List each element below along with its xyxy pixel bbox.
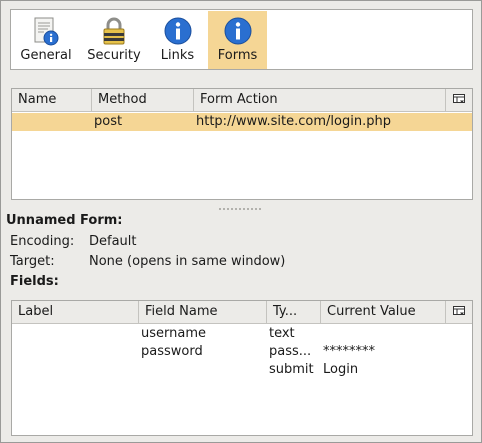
table-row[interactable]: password pass... ******** [12, 343, 472, 361]
target-value: None (opens in same window) [89, 254, 286, 269]
page-info-toolbar: General Security Links Forms [10, 9, 473, 70]
fields-table-header: Label Field Name Ty... Current Value [12, 301, 472, 324]
column-picker-icon [453, 94, 465, 103]
column-header-method[interactable]: Method [92, 89, 194, 111]
cell-method: post [94, 114, 123, 129]
info-icon [224, 17, 251, 45]
tab-general-label: General [20, 48, 72, 63]
page-info-window: General Security Links Forms Name Method… [0, 0, 482, 443]
cell-field-name: username [141, 326, 206, 341]
encoding-label: Encoding: [10, 234, 75, 249]
column-header-field-name[interactable]: Field Name [139, 301, 267, 323]
column-picker-button[interactable] [446, 301, 472, 323]
fields-table[interactable]: Label Field Name Ty... Current Value use… [11, 300, 473, 436]
pane-splitter-handle[interactable] [217, 206, 267, 212]
tab-links[interactable]: Links [147, 11, 208, 69]
cell-type: submit [269, 362, 314, 377]
column-header-name[interactable]: Name [12, 89, 92, 111]
info-icon [164, 17, 191, 45]
table-row[interactable]: post http://www.site.com/login.php [12, 113, 472, 131]
forms-table[interactable]: Name Method Form Action post http://www.… [11, 88, 473, 200]
column-header-current-value[interactable]: Current Value [321, 301, 446, 323]
cell-current-value: ******** [323, 344, 375, 359]
forms-table-header: Name Method Form Action [12, 89, 472, 112]
cell-form-action: http://www.site.com/login.php [196, 114, 391, 129]
cell-type: pass... [269, 344, 312, 359]
tab-security[interactable]: Security [82, 11, 146, 69]
encoding-value: Default [89, 234, 137, 249]
tab-forms-label: Forms [217, 48, 258, 63]
column-picker-icon [453, 306, 465, 315]
tab-forms[interactable]: Forms [208, 11, 267, 69]
column-header-type[interactable]: Ty... [267, 301, 321, 323]
document-info-icon [34, 17, 59, 46]
cell-type: text [269, 326, 295, 341]
column-header-label[interactable]: Label [12, 301, 139, 323]
tab-general[interactable]: General [11, 11, 81, 69]
cell-current-value: Login [323, 362, 359, 377]
padlock-icon [103, 17, 125, 45]
tab-security-label: Security [87, 48, 141, 63]
table-row[interactable]: submit Login [12, 361, 472, 379]
column-header-form-action[interactable]: Form Action [194, 89, 446, 111]
table-row[interactable]: username text [12, 325, 472, 343]
cell-field-name: password [141, 344, 203, 359]
column-picker-button[interactable] [446, 89, 472, 111]
tab-links-label: Links [160, 48, 195, 63]
target-label: Target: [10, 254, 55, 269]
form-heading: Unnamed Form: [6, 213, 123, 228]
fields-heading: Fields: [10, 274, 59, 289]
